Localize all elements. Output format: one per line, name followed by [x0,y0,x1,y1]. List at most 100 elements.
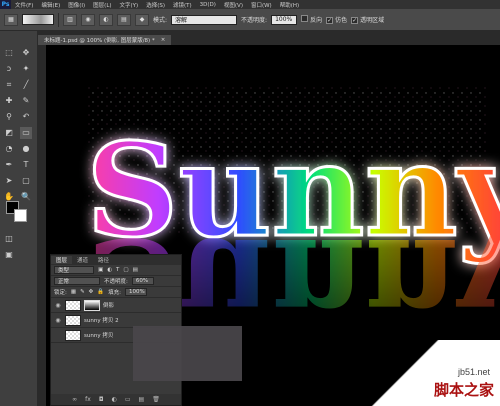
tab-layers[interactable]: 图层 [51,256,73,264]
fx-icon[interactable]: fx [85,396,91,403]
dodge-tool-icon[interactable]: ● [20,143,32,155]
filter-kind-select[interactable]: 类型 [54,266,94,274]
background-color[interactable] [14,209,27,222]
checkmark-icon: ✓ [326,17,334,24]
filter-smart-icon[interactable]: ▤ [133,267,138,273]
linear-gradient-icon[interactable]: ▥ [63,13,77,26]
menu-window[interactable]: 窗口(W) [247,1,276,9]
layer-mask-thumbnail[interactable] [84,299,100,311]
close-icon[interactable]: × [161,37,166,43]
eye-icon[interactable]: ◉ [54,302,62,309]
layer-name: sunny 拷贝 [84,333,114,339]
lock-label: 锁定: [54,290,67,296]
layer-opacity-value: 60% [135,278,149,284]
fill-value: 100% [129,289,145,295]
mode-value: 溶解 [175,17,188,24]
menu-select[interactable]: 选择(S) [142,1,169,9]
menu-image[interactable]: 图像(I) [64,1,89,9]
filter-row: 类型 ▣ ◐ T ▢ ▤ [51,265,181,276]
reverse-label: 反向 [310,17,323,24]
tab-paths[interactable]: 路径 [93,256,114,264]
trash-icon[interactable]: 🗑 [152,396,160,403]
menu-view[interactable]: 视图(V) [220,1,247,9]
angle-gradient-icon[interactable]: ◐ [99,13,113,26]
blend-mode-select[interactable]: 正常 [54,277,100,285]
new-layer-icon[interactable]: ▤ [139,396,145,403]
watermark-url: jb51.net [457,367,490,377]
path-select-icon[interactable]: ➤ [3,175,15,187]
dither-checkbox[interactable]: ✓ 仿色 [326,15,347,24]
lock-all-icon[interactable]: 🔒 [97,289,104,295]
adjustment-icon[interactable]: ◐ [112,396,117,403]
tab-channels[interactable]: 通道 [72,256,93,264]
crop-tool-icon[interactable]: ⌗ [3,79,15,91]
reverse-checkbox[interactable]: 反向 [301,15,322,24]
document-tab[interactable]: 未标题-1.psd @ 100% (倒影, 图层蒙版/8) * × [38,35,172,45]
watermark-name: 脚本之家 [433,382,494,399]
zoom-tool-icon[interactable]: 🔍 [20,191,32,203]
layer-thumbnail [65,314,81,326]
link-icon[interactable]: ∞ [72,396,77,403]
dither-label: 仿色 [335,17,348,24]
magic-wand-icon[interactable]: ✦ [20,63,32,75]
menu-help[interactable]: 帮助(H) [276,1,303,9]
layer-item-reflection[interactable]: ◉ 倒影 [51,298,181,313]
opacity-value: 100% [275,16,293,23]
fill-input[interactable]: 100% [125,288,147,296]
lock-transparent-icon[interactable]: ▦ [71,289,76,295]
fill-label: 填充: [108,290,121,296]
layer-thumbnail [65,329,81,341]
app-logo: Ps [0,0,11,9]
radial-gradient-icon[interactable]: ◉ [81,13,95,26]
transparency-checkbox[interactable]: ✓ 透明区域 [351,15,384,24]
panel-tabs: 图层 通道 路径 [51,255,181,265]
checkmark-icon: ✓ [351,17,359,24]
move-tool-icon[interactable]: ✥ [20,47,32,59]
quick-mask-icon[interactable]: ◫ [3,233,15,245]
gradient-tool-icon[interactable]: ▭ [20,127,32,139]
filter-pixel-icon[interactable]: ▣ [98,267,103,273]
screen-mode-icon[interactable]: ▣ [3,249,15,261]
document-title: 未标题-1.psd @ 100% (倒影, 图层蒙版/8) * [44,38,155,44]
filter-type-icon[interactable]: T [116,267,119,273]
layer-name: sunny 拷贝 2 [84,318,119,324]
filter-adjust-icon[interactable]: ◐ [107,267,112,273]
menu-filter[interactable]: 滤镜(T) [169,1,196,9]
marquee-tool-icon[interactable]: ⬚ [3,47,15,59]
pen-tool-icon[interactable]: ✒ [3,159,15,171]
opacity-input[interactable]: 100% [271,14,298,25]
add-mask-icon[interactable]: ◘ [99,396,104,403]
menu-type[interactable]: 文字(Y) [116,1,143,9]
eye-icon[interactable]: ◉ [54,317,62,324]
layers-footer: ∞ fx ◘ ◐ ▭ ▤ 🗑 [51,394,181,405]
menu-file[interactable]: 文件(F) [11,1,37,9]
type-tool-icon[interactable]: T [20,159,32,171]
group-icon[interactable]: ▭ [125,396,131,403]
mode-select[interactable]: 溶解 [171,14,238,25]
eyedropper-icon[interactable]: ╱ [20,79,32,91]
menu-edit[interactable]: 编辑(E) [37,1,64,9]
lock-pixels-icon[interactable]: ✎ [80,289,85,295]
lock-position-icon[interactable]: ✥ [89,289,94,295]
menu-bar: Ps 文件(F) 编辑(E) 图像(I) 图层(L) 文字(Y) 选择(S) 滤… [0,0,500,9]
diamond-gradient-icon[interactable]: ◆ [135,13,149,26]
eraser-tool-icon[interactable]: ◩ [3,127,15,139]
shape-tool-icon[interactable]: ▢ [20,175,32,187]
gradient-swatch[interactable] [22,14,54,25]
menu-layer[interactable]: 图层(L) [89,1,115,9]
brush-tool-icon[interactable]: ✎ [20,95,32,107]
healing-brush-icon[interactable]: ✚ [3,95,15,107]
history-brush-icon[interactable]: ↶ [20,111,32,123]
menu-3d[interactable]: 3D(D) [196,2,220,8]
tool-preset-icon[interactable]: ▦ [4,13,18,26]
transparency-label: 透明区域 [360,17,385,24]
blur-tool-icon[interactable]: ◔ [3,143,15,155]
lasso-tool-icon[interactable]: ↄ [3,63,15,75]
mode-label: 模式: [153,17,168,24]
lock-row: 锁定: ▦ ✎ ✥ 🔒 填充: 100% [51,287,181,298]
blend-mode-value: 正常 [58,279,70,285]
reflected-gradient-icon[interactable]: ▤ [117,13,131,26]
layer-opacity-input[interactable]: 60% [131,277,154,285]
filter-shape-icon[interactable]: ▢ [123,267,128,273]
clone-stamp-icon[interactable]: ⚲ [3,111,15,123]
